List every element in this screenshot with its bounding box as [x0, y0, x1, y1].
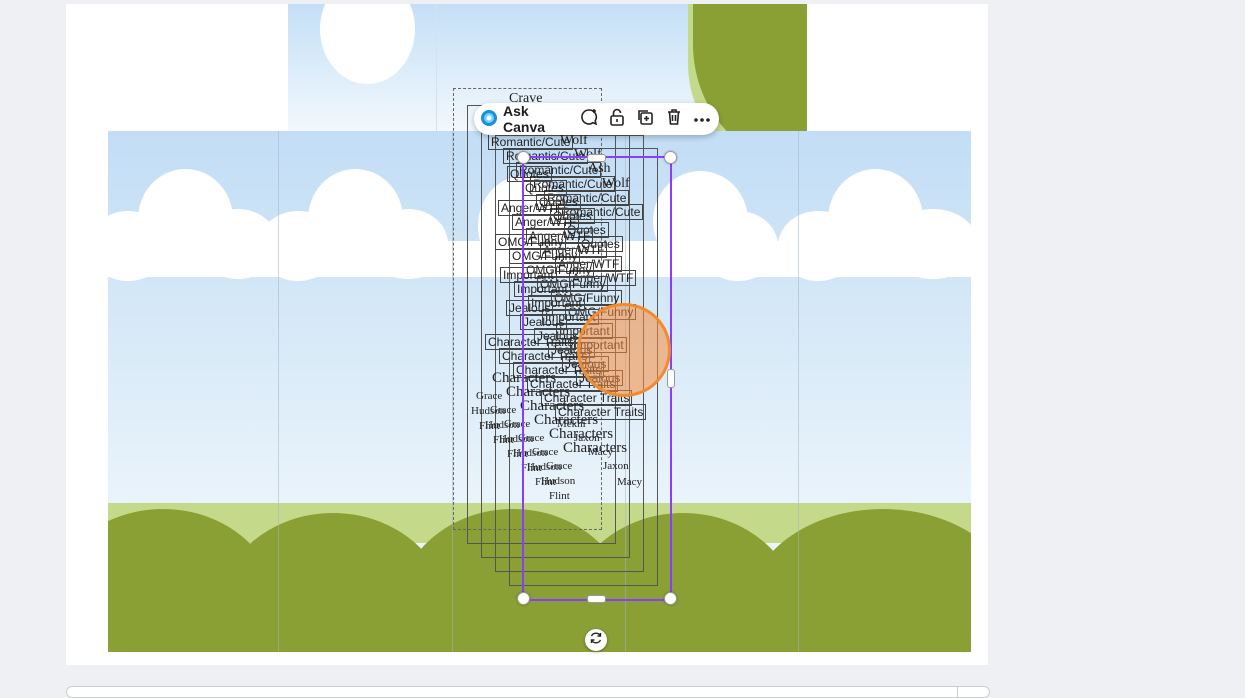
element-toolbar: Ask Canva — [474, 103, 719, 135]
duplicate-icon — [636, 108, 654, 131]
more-options-button[interactable] — [691, 107, 713, 131]
cursor-highlight — [577, 303, 671, 397]
add-comment-icon — [579, 107, 599, 132]
panel-divider — [798, 131, 799, 652]
resize-handle-top-right[interactable] — [664, 151, 677, 164]
resize-handle-bottom-right[interactable] — [664, 592, 677, 605]
resize-handle-top-left[interactable] — [517, 151, 530, 164]
ask-canva-label: Ask Canva — [503, 103, 546, 135]
more-icon — [693, 110, 711, 128]
resize-handle-top[interactable] — [587, 154, 606, 162]
lock-button[interactable] — [606, 107, 628, 131]
canva-assistant-icon — [480, 109, 498, 130]
name-grace: Grace — [476, 390, 503, 402]
divider-line — [436, 4, 437, 131]
lock-icon — [608, 107, 626, 132]
next-page-preview[interactable] — [66, 686, 990, 698]
divider — [957, 687, 958, 697]
delete-button[interactable] — [662, 107, 684, 131]
panel-divider — [278, 131, 279, 652]
delete-icon — [666, 108, 682, 131]
name-grace: Grace — [490, 404, 517, 416]
resize-handle-bottom[interactable] — [587, 595, 606, 603]
duplicate-button[interactable] — [634, 107, 656, 131]
add-comment-button[interactable] — [578, 107, 600, 131]
ask-canva-button[interactable]: Ask Canva — [480, 103, 572, 135]
rotate-icon — [589, 631, 603, 650]
resize-handle-bottom-left[interactable] — [517, 592, 530, 605]
resize-handle-right[interactable] — [667, 369, 675, 388]
rotate-button[interactable] — [585, 629, 607, 651]
